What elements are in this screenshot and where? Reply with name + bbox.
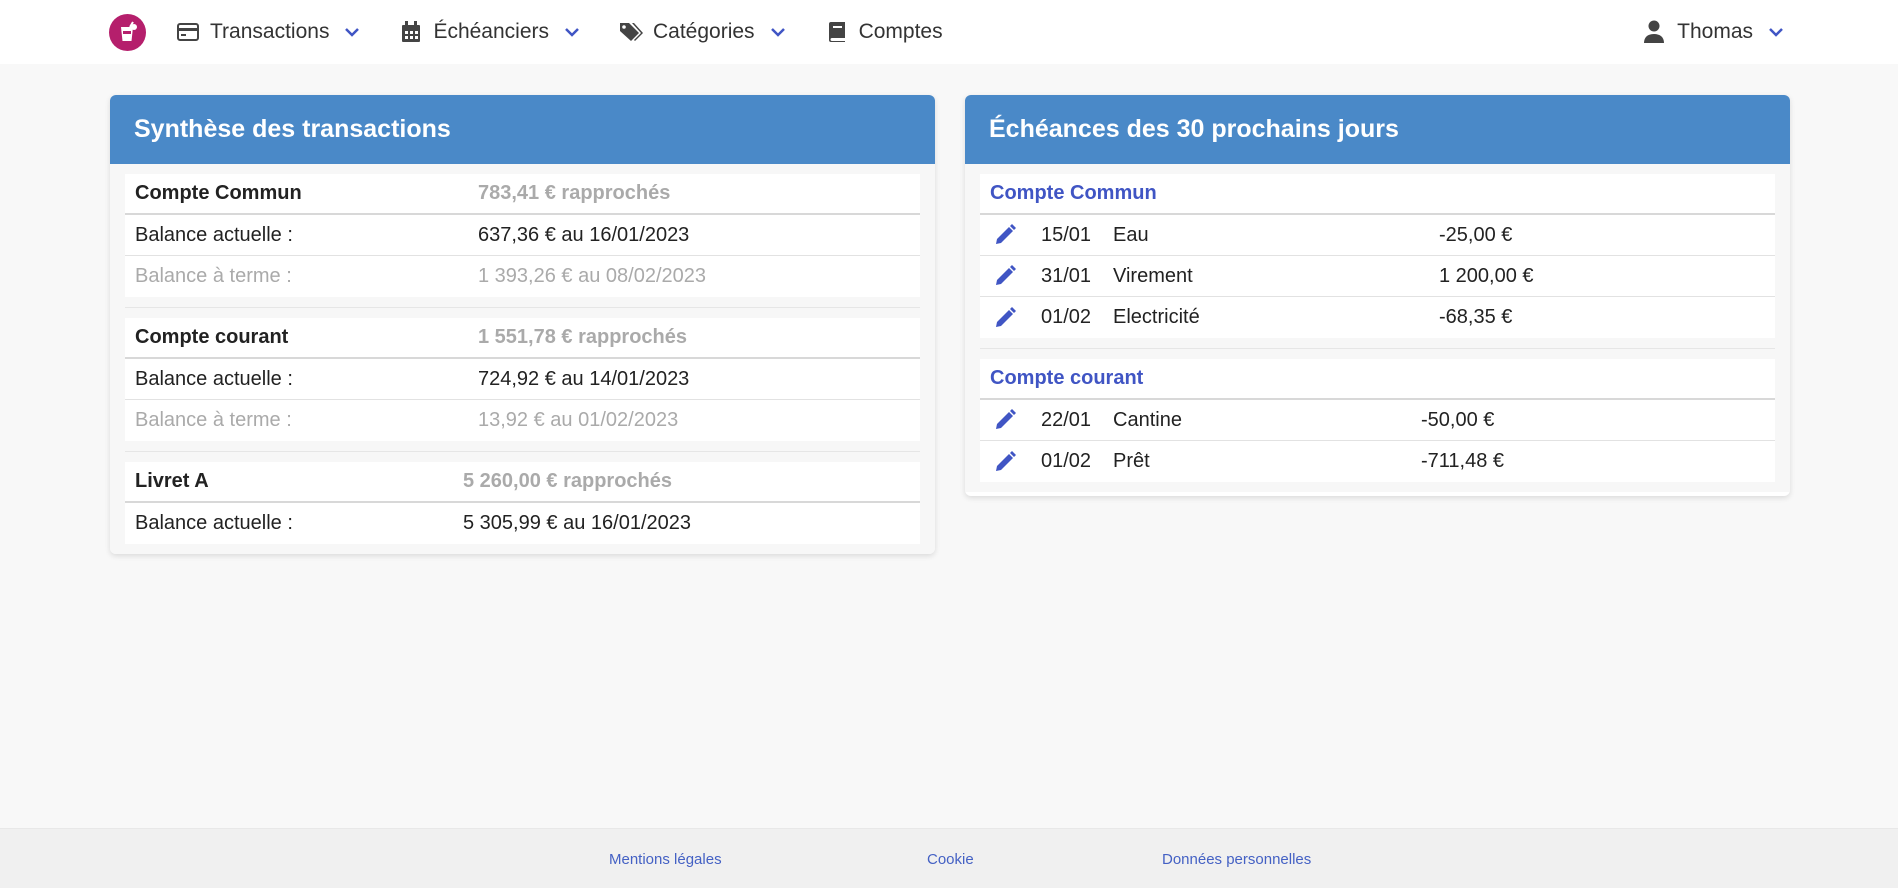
edit-pencil-icon[interactable] [993,408,1017,432]
current-balance-row: Balance actuelle : 637,36 € au 16/01/202… [125,215,920,256]
schedule-date: 15/01 [1041,223,1092,246]
edit-pencil-icon[interactable] [993,450,1017,474]
term-balance-value: 13,92 € au 01/02/2023 [478,409,679,431]
drink-logo-icon [120,20,137,41]
edit-pencil-icon[interactable] [993,223,1017,247]
chevron-down-icon [1769,28,1783,37]
privacy-link[interactable]: Données personnelles [1162,851,1311,868]
schedule-account-name[interactable]: Compte Commun [980,182,1157,205]
schedule-date: 22/01 [1041,408,1092,431]
account-header-row: Livret A 5 260,00 € rapprochés [125,462,920,503]
footer: Mentions légales Cookie Données personne… [0,828,1898,888]
book-icon [825,20,849,44]
schedule-label: Eau [1113,223,1149,246]
current-balance-label: Balance actuelle : [135,223,293,246]
nav-categories-label: Catégories [653,20,755,43]
schedule-amount: -711,48 € [1421,450,1505,472]
term-balance-label: Balance à terme : [135,265,292,287]
schedule-item-row: 01/02 Electricité -68,35 € [980,297,1775,338]
schedule-group: Compte Commun 15/01 Eau -25,00 € 31/01 V… [980,174,1775,349]
term-balance-label: Balance à terme : [135,409,292,431]
schedule-item-row: 01/02 Prêt -711,48 € [980,441,1775,482]
schedule-card-title: Échéances des 30 prochains jours [965,95,1790,164]
schedule-date: 01/02 [1041,450,1092,472]
schedule-label: Virement [1113,264,1193,287]
schedule-label: Cantine [1113,408,1182,431]
schedule-label: Electricité [1113,306,1200,328]
chevron-down-icon [565,28,579,37]
current-balance-label: Balance actuelle : [135,367,293,390]
edit-pencil-icon[interactable] [993,264,1017,288]
schedule-item-row: 31/01 Virement 1 200,00 € [980,256,1775,297]
summary-card: Synthèse des transactions Compte Commun … [110,95,935,554]
nav-categories[interactable]: Catégories [619,0,787,64]
schedule-account-name[interactable]: Compte courant [980,367,1143,390]
term-balance-value: 1 393,26 € au 08/02/2023 [478,265,706,287]
tags-icon [619,20,643,44]
user-name: Thomas [1677,20,1753,43]
top-navbar: Transactions Échéanciers Catégories Comp… [0,0,1898,64]
current-balance-value: 5 305,99 € au 16/01/2023 [463,512,691,534]
account-summary-group: Compte courant 1 551,78 € rapprochés Bal… [125,318,920,452]
account-summary-group: Compte Commun 783,41 € rapprochés Balanc… [125,174,920,308]
nav-transactions-label: Transactions [210,20,330,43]
user-menu[interactable]: Thomas [1643,0,1785,64]
reconciled-amount: 783,41 € rapprochés [478,182,671,204]
nav-transactions[interactable]: Transactions [176,0,361,64]
nav-comptes-label: Comptes [858,20,943,43]
schedule-amount: -50,00 € [1421,408,1495,431]
nav-echeanciers[interactable]: Échéanciers [399,0,581,64]
app-logo[interactable] [109,14,146,51]
schedule-date: 31/01 [1041,264,1092,287]
schedule-item-row: 22/01 Cantine -50,00 € [980,400,1775,441]
edit-pencil-icon[interactable] [993,306,1017,330]
schedule-group: Compte courant 22/01 Cantine -50,00 € 01… [980,359,1775,492]
term-balance-row: Balance à terme : 1 393,26 € au 08/02/20… [125,256,920,297]
account-name: Compte Commun [135,182,302,204]
account-name: Livret A [135,470,209,492]
calendar-icon [399,20,423,44]
term-balance-row: Balance à terme : 13,92 € au 01/02/2023 [125,400,920,441]
summary-card-title: Synthèse des transactions [110,95,935,164]
schedule-item-row: 15/01 Eau -25,00 € [980,215,1775,256]
current-balance-row: Balance actuelle : 5 305,99 € au 16/01/2… [125,503,920,544]
schedule-card: Échéances des 30 prochains jours Compte … [965,95,1790,496]
reconciled-amount: 1 551,78 € rapprochés [478,326,688,348]
nav-echeanciers-label: Échéanciers [433,20,549,43]
user-icon [1644,20,1665,43]
account-header-row: Compte courant 1 551,78 € rapprochés [125,318,920,359]
account-summary-group: Livret A 5 260,00 € rapprochés Balance a… [125,462,920,554]
schedule-amount: -68,35 € [1439,306,1513,328]
chevron-down-icon [770,28,785,37]
credit-card-icon [176,20,200,44]
current-balance-value: 637,36 € au 16/01/2023 [478,223,690,246]
schedule-amount: -25,00 € [1439,223,1513,246]
current-balance-label: Balance actuelle : [135,512,293,534]
current-balance-row: Balance actuelle : 724,92 € au 14/01/202… [125,359,920,400]
schedule-account-row: Compte Commun [980,174,1775,215]
schedule-amount: 1 200,00 € [1439,264,1534,287]
chevron-down-icon [345,28,360,37]
current-balance-value: 724,92 € au 14/01/2023 [478,367,690,390]
nav-comptes[interactable]: Comptes [825,0,943,64]
schedule-label: Prêt [1113,450,1150,472]
account-name: Compte courant [135,326,289,348]
reconciled-amount: 5 260,00 € rapprochés [463,470,673,492]
account-header-row: Compte Commun 783,41 € rapprochés [125,174,920,215]
legal-notice-link[interactable]: Mentions légales [609,851,722,868]
schedule-account-row: Compte courant [980,359,1775,400]
cookie-link[interactable]: Cookie [927,851,974,868]
schedule-date: 01/02 [1041,306,1092,328]
